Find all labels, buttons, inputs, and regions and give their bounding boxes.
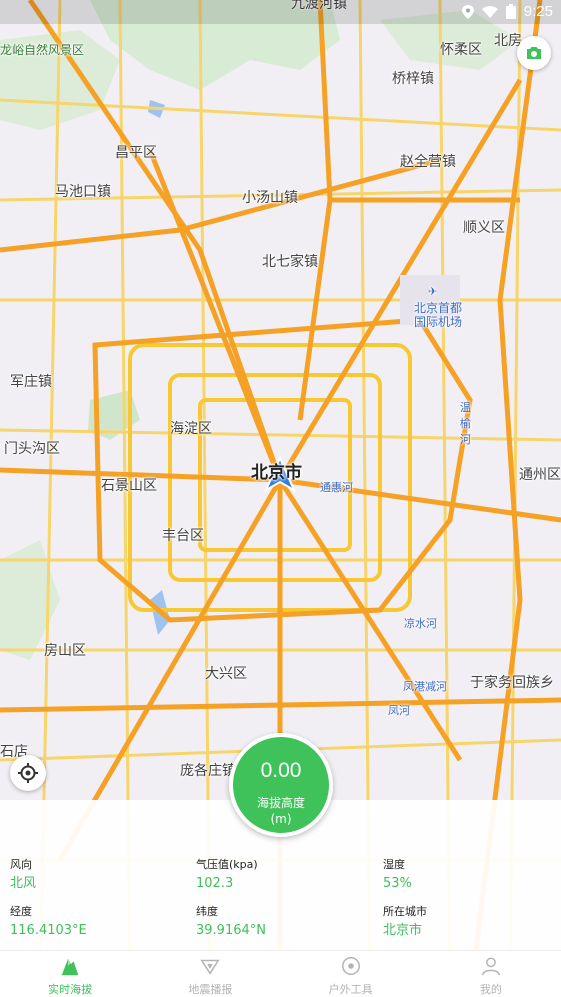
locate-button[interactable] xyxy=(10,755,46,791)
stat-value: 53% xyxy=(383,876,412,891)
map-label-fengtai: 丰台区 xyxy=(162,528,204,544)
map-label-tongzhou: 通州区 xyxy=(519,467,561,483)
map-label-zhaoquanying: 赵全营镇 xyxy=(400,154,456,170)
map-label-wenyu: 温榆河 xyxy=(460,401,471,446)
map-label-huairou: 怀柔区 xyxy=(440,42,482,58)
map-label-qiaozi: 桥梓镇 xyxy=(392,71,434,87)
altitude-unit: (m) xyxy=(270,812,292,826)
map-label-machikou: 马池口镇 xyxy=(55,184,111,200)
camera-icon xyxy=(527,47,541,59)
crosshair-icon xyxy=(18,763,38,783)
tab-outdoor-tools[interactable]: 户外工具 xyxy=(281,951,421,997)
map-label-daxing: 大兴区 xyxy=(205,666,247,682)
tab-label: 我的 xyxy=(479,983,502,996)
altitude-gauge[interactable]: 0.00 海拔高度 (m) xyxy=(229,733,333,837)
mountain-icon xyxy=(61,958,79,976)
tab-realtime-altitude[interactable]: 实时海拔 xyxy=(0,951,140,997)
status-time: 9:25 xyxy=(523,3,553,20)
triangle-icon xyxy=(200,959,220,975)
map-label-shunyi: 顺义区 xyxy=(463,220,505,236)
stat-longitude: 经度 116.4103°E xyxy=(10,905,180,940)
map-label-xiaotangshan: 小汤山镇 xyxy=(242,190,298,206)
stat-label: 风向 xyxy=(10,858,32,871)
map-label-feng: 凤河 xyxy=(388,704,410,717)
stat-value: 102.3 xyxy=(196,876,234,891)
compass-icon xyxy=(341,957,360,975)
altitude-label: 海拔高度 xyxy=(256,796,305,810)
map-label-airport: 北京首都 国际机场 xyxy=(414,301,463,329)
location-icon xyxy=(461,4,474,19)
map-label-mentougou: 门头沟区 xyxy=(4,441,60,457)
status-bar: 9:25 xyxy=(0,0,561,24)
tab-earthquake[interactable]: 地震播报 xyxy=(140,951,280,997)
map-label-changping: 昌平区 xyxy=(115,145,157,161)
stat-value: 北风 xyxy=(10,876,37,891)
bottom-tab-bar: 实时海拔 地震播报 户外工具 我的 xyxy=(0,950,561,997)
tab-label: 户外工具 xyxy=(328,983,373,996)
person-icon xyxy=(481,957,500,976)
stat-label: 气压值(kpa) xyxy=(196,858,258,871)
stat-latitude: 纬度 39.9164°N xyxy=(196,905,366,940)
map-label-yujiawu: 于家务回族乡 xyxy=(470,675,554,691)
stat-label: 经度 xyxy=(10,905,32,918)
map-label-fenggang: 凤港减河 xyxy=(403,680,447,693)
stat-label: 所在城市 xyxy=(383,905,427,918)
stat-pressure: 气压值(kpa) 102.3 xyxy=(196,858,366,893)
tab-label: 地震播报 xyxy=(188,983,233,996)
battery-icon xyxy=(505,4,516,19)
camera-button[interactable] xyxy=(517,36,551,70)
stat-label: 湿度 xyxy=(383,858,405,871)
map-label-panggezhuang: 庞各庄镇 xyxy=(180,763,236,779)
map-label-scenic: 龙峪自然风景区 xyxy=(0,43,85,57)
tab-label: 实时海拔 xyxy=(48,983,93,996)
wifi-icon xyxy=(481,5,498,18)
stat-humidity: 湿度 53% xyxy=(383,858,553,893)
stat-value: 北京市 xyxy=(383,923,423,938)
stat-label: 纬度 xyxy=(196,905,218,918)
map-label-haidian: 海淀区 xyxy=(170,421,212,437)
stat-city: 所在城市 北京市 xyxy=(383,905,553,940)
stat-value: 39.9164°N xyxy=(196,923,266,938)
stat-value: 116.4103°E xyxy=(10,923,87,938)
map-label-shijingshan: 石景山区 xyxy=(101,478,157,494)
map-label-liangshui: 凉水河 xyxy=(404,617,437,630)
altitude-value: 0.00 xyxy=(260,759,302,782)
map-label-beiqijia: 北七家镇 xyxy=(262,254,318,270)
status-icons: 9:25 xyxy=(461,3,553,20)
tab-mine[interactable]: 我的 xyxy=(421,951,561,997)
map-label-fangshan: 房山区 xyxy=(44,643,86,659)
map-label-tonghui: 通惠河 xyxy=(320,481,353,494)
stat-wind-direction: 风向 北风 xyxy=(10,858,180,893)
map-label-beijing: 北京市 xyxy=(251,463,302,483)
airport-icon: ✈ xyxy=(428,285,438,298)
map-label-junzhuang: 军庄镇 xyxy=(10,374,52,390)
